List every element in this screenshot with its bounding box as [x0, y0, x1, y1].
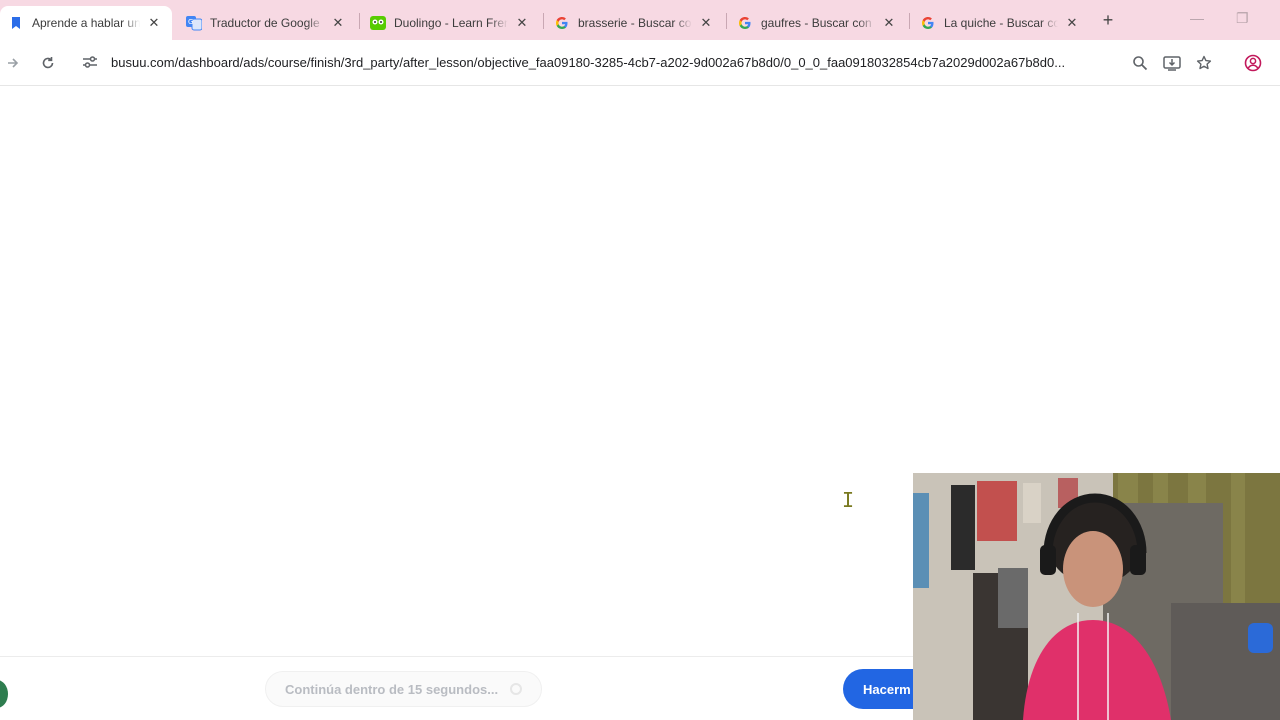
webcam-person-image	[913, 473, 1280, 720]
close-icon[interactable]: ✕	[1064, 15, 1080, 31]
close-icon[interactable]: ✕	[146, 15, 162, 31]
continue-countdown-button[interactable]: Continúa dentro de 15 segundos...	[265, 671, 542, 707]
webcam-overlay	[913, 473, 1280, 720]
google-translate-icon: G	[186, 15, 202, 31]
tab-strip: Aprende a hablar un idioma ✕ G Traductor…	[0, 0, 1280, 40]
google-icon	[737, 15, 753, 31]
tab-gaufres[interactable]: gaufres - Buscar con Google ✕	[729, 6, 907, 40]
site-settings-icon[interactable]	[79, 51, 101, 73]
browser-toolbar: busuu.com/dashboard/ads/course/finish/3r…	[0, 40, 1280, 86]
close-icon[interactable]: ✕	[698, 15, 714, 31]
google-icon	[920, 15, 936, 31]
google-icon	[554, 15, 570, 31]
tab-title: brasserie - Buscar con Google	[578, 16, 692, 30]
tab-google-translate[interactable]: G Traductor de Google ✕	[178, 6, 356, 40]
close-icon[interactable]: ✕	[330, 15, 346, 31]
tab-la-quiche[interactable]: La quiche - Buscar con Google ✕	[912, 6, 1090, 40]
tab-title: Traductor de Google	[210, 16, 320, 30]
tab-title: Aprende a hablar un idioma	[32, 16, 140, 30]
text-cursor-icon: I	[842, 488, 855, 512]
tab-separator	[909, 13, 910, 29]
tab-title: La quiche - Buscar con Google	[944, 16, 1058, 30]
install-app-icon[interactable]	[1161, 52, 1183, 74]
profile-avatar-icon[interactable]	[1242, 52, 1264, 74]
tab-separator	[726, 13, 727, 29]
tab-brasserie[interactable]: brasserie - Buscar con Google ✕	[546, 6, 724, 40]
bookmark-star-icon[interactable]	[1193, 52, 1215, 74]
close-icon[interactable]: ✕	[514, 15, 530, 31]
forward-arrow-icon[interactable]	[2, 52, 24, 74]
svg-text:G: G	[188, 18, 193, 26]
tab-duolingo[interactable]: Duolingo - Learn French ✕	[362, 6, 540, 40]
cta-label: Hacerm	[863, 681, 911, 697]
tab-title: Duolingo - Learn French	[394, 16, 508, 30]
tab-separator	[543, 13, 544, 29]
continue-label: Continúa dentro de 15 segundos...	[285, 681, 499, 697]
new-tab-plus-icon[interactable]: +	[1098, 10, 1118, 30]
busuu-icon	[8, 15, 24, 31]
zoom-icon[interactable]	[1129, 52, 1151, 74]
address-bar[interactable]: busuu.com/dashboard/ads/course/finish/3r…	[74, 45, 1224, 79]
restore-icon[interactable]: ❐	[1236, 10, 1249, 27]
url-text[interactable]: busuu.com/dashboard/ads/course/finish/3r…	[111, 55, 1121, 70]
loading-spinner-icon	[510, 683, 522, 695]
minimize-icon[interactable]: —	[1190, 10, 1204, 26]
reload-icon[interactable]	[37, 52, 59, 74]
tab-title: gaufres - Buscar con Google	[761, 16, 875, 30]
tab-busuu[interactable]: Aprende a hablar un idioma ✕	[0, 6, 172, 40]
tab-separator	[359, 13, 360, 29]
duolingo-icon	[370, 15, 386, 31]
close-icon[interactable]: ✕	[881, 15, 897, 31]
